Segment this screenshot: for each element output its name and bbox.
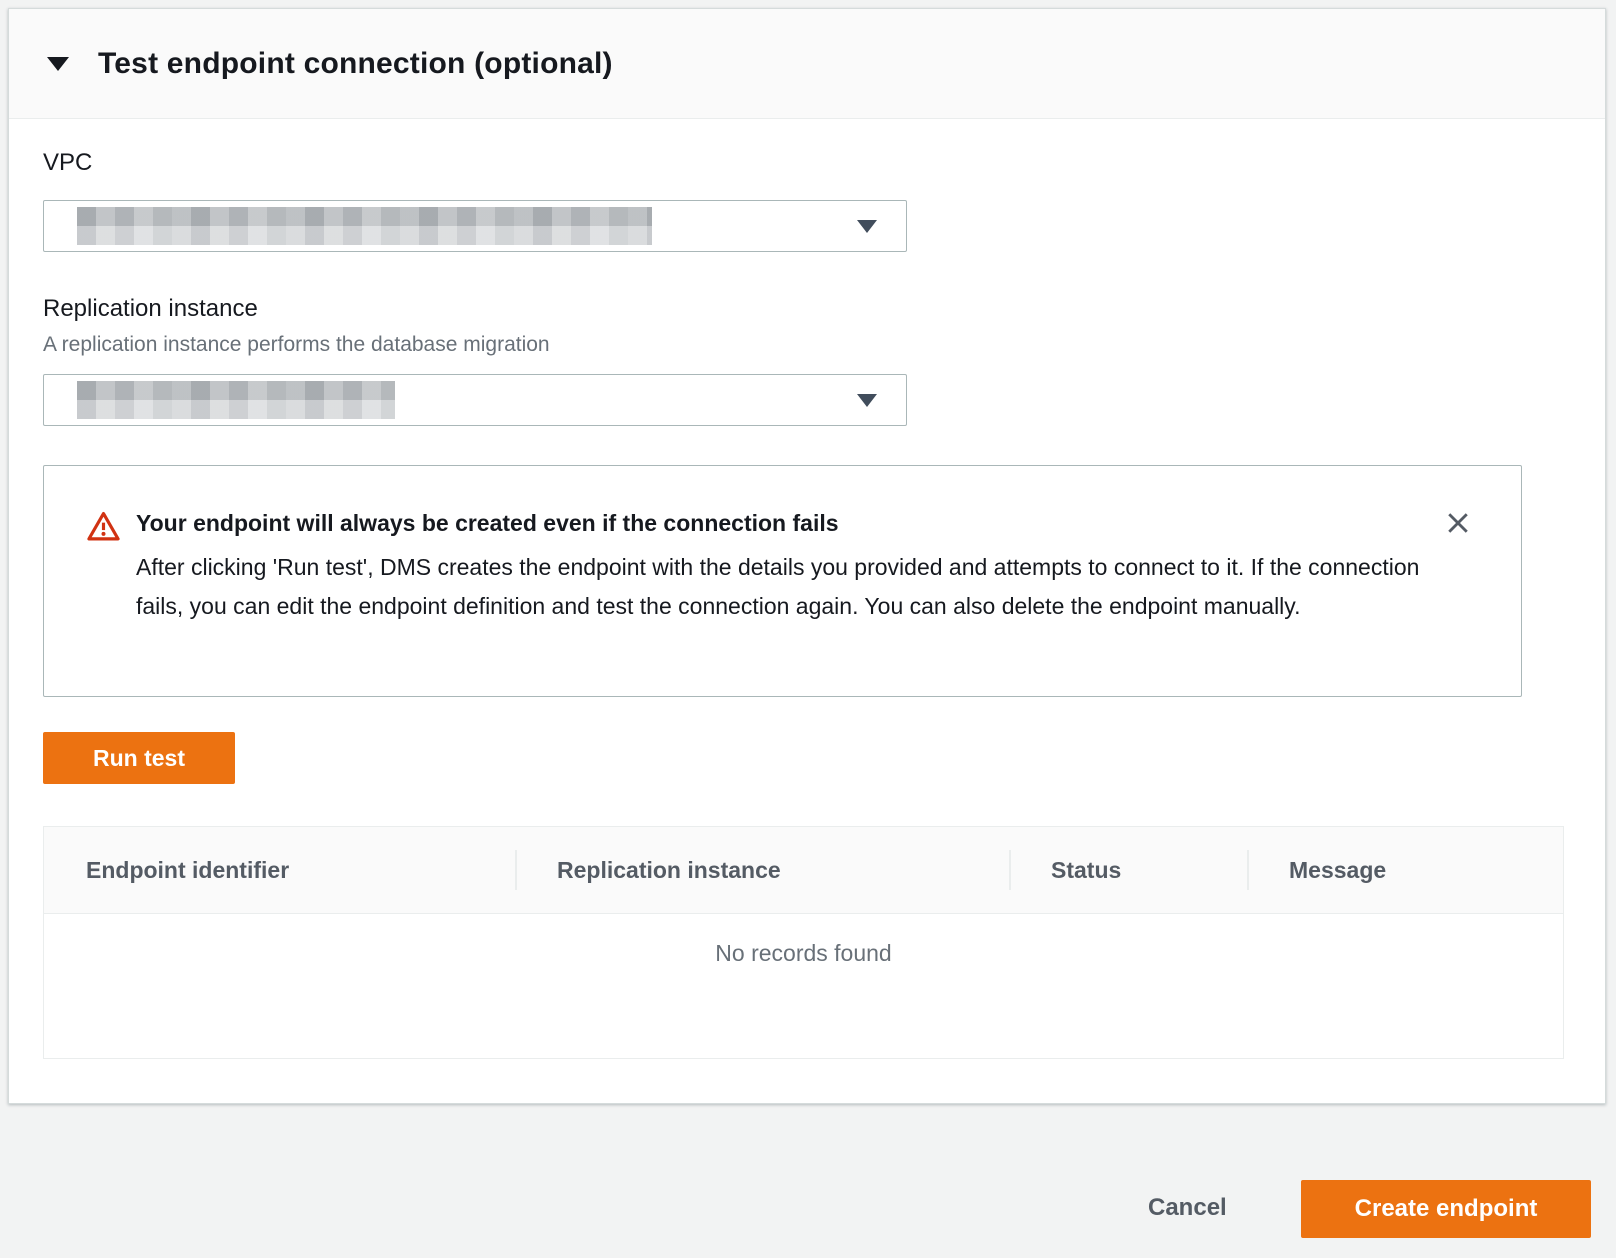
replication-instance-label: Replication instance — [43, 295, 258, 323]
empty-state-message: No records found — [44, 914, 1563, 967]
vpc-label: VPC — [43, 149, 92, 177]
replication-instance-select[interactable] — [43, 374, 907, 426]
warning-body: After clicking 'Run test', DMS creates t… — [136, 548, 1444, 626]
create-endpoint-button[interactable]: Create endpoint — [1301, 1180, 1591, 1238]
vpc-select[interactable] — [43, 200, 907, 252]
replication-instance-description: A replication instance performs the data… — [43, 333, 550, 357]
chevron-down-icon — [857, 220, 877, 233]
collapse-triangle-icon — [47, 57, 69, 71]
warning-alert: Your endpoint will always be created eve… — [43, 465, 1522, 697]
test-endpoint-connection-panel: Test endpoint connection (optional) VPC … — [8, 8, 1606, 1104]
chevron-down-icon — [857, 394, 877, 407]
cancel-button[interactable]: Cancel — [1134, 1190, 1241, 1226]
warning-title: Your endpoint will always be created eve… — [136, 510, 1444, 537]
vpc-redacted-value — [77, 207, 652, 245]
replication-instance-redacted-value — [77, 381, 395, 419]
close-button[interactable] — [1441, 506, 1475, 540]
page-title: Test endpoint connection (optional) — [98, 47, 613, 81]
column-header-status: Status — [1009, 827, 1247, 913]
table-header-row: Endpoint identifier Replication instance… — [44, 827, 1563, 914]
column-header-endpoint-identifier: Endpoint identifier — [44, 827, 515, 913]
column-header-replication-instance: Replication instance — [515, 827, 1009, 913]
warning-triangle-icon — [87, 510, 120, 543]
close-icon — [1444, 509, 1472, 537]
test-results-table: Endpoint identifier Replication instance… — [43, 826, 1564, 1059]
column-header-message: Message — [1247, 827, 1563, 913]
section-header-toggle[interactable]: Test endpoint connection (optional) — [9, 9, 1605, 119]
run-test-button[interactable]: Run test — [43, 732, 235, 784]
